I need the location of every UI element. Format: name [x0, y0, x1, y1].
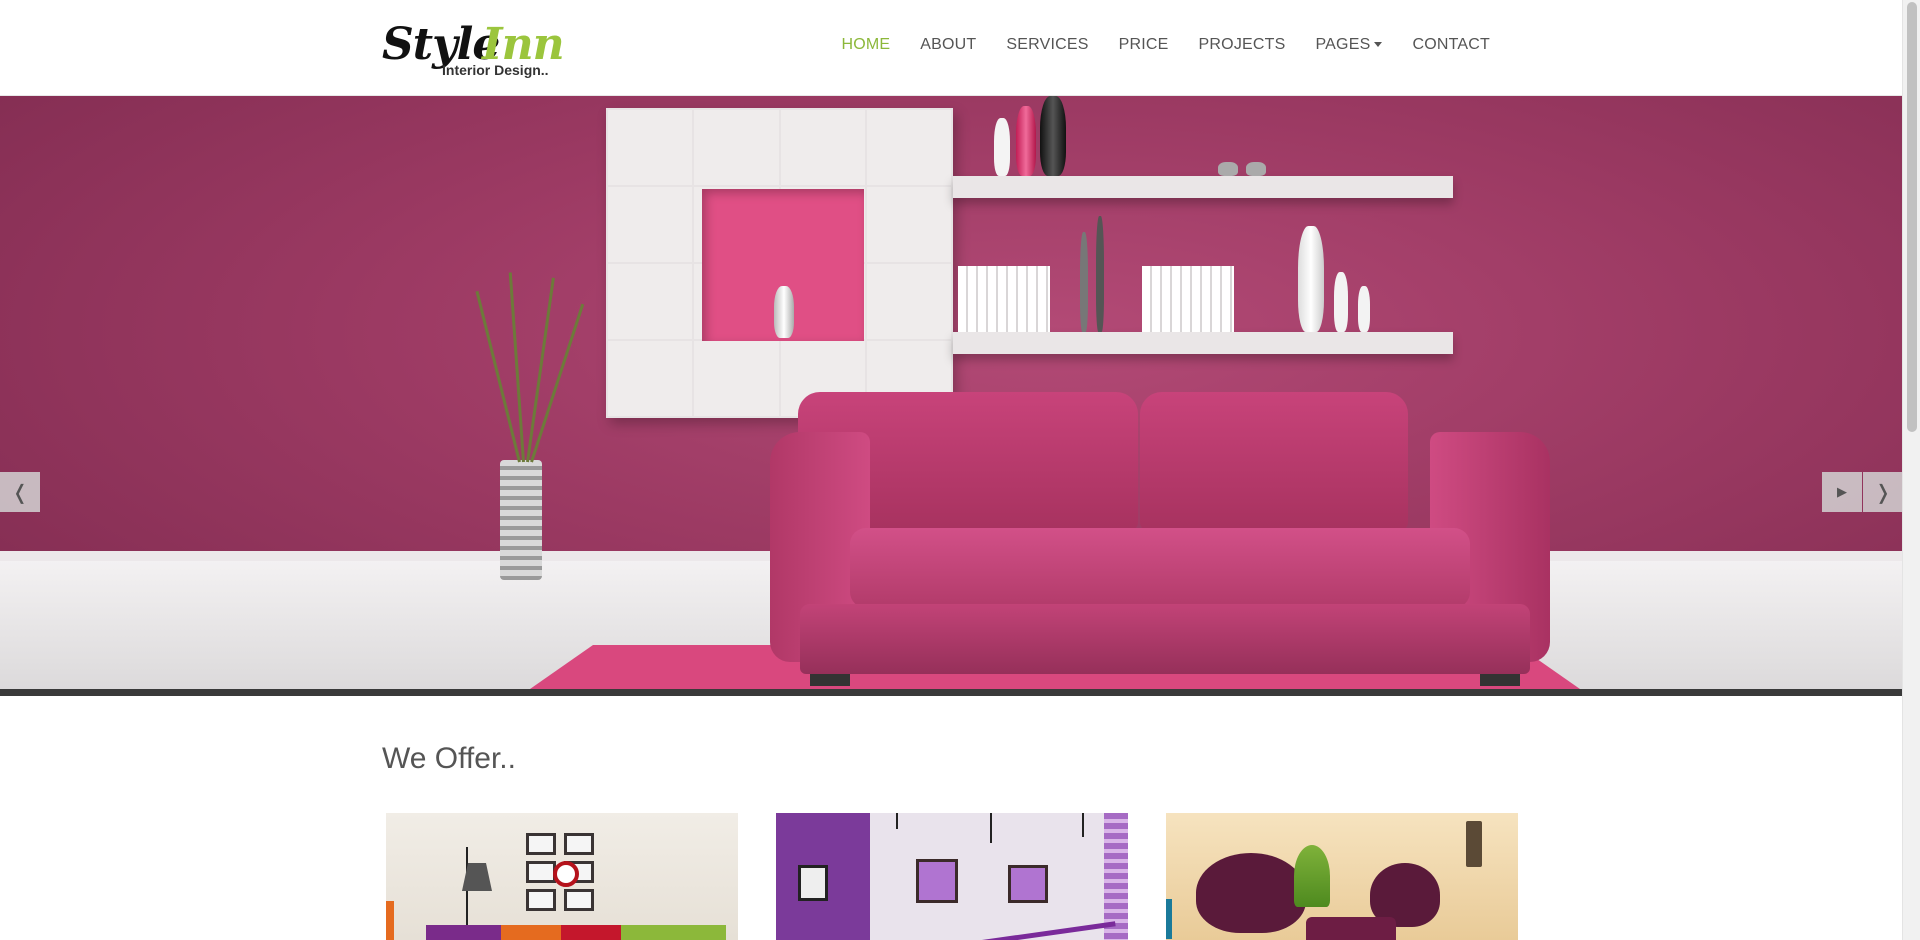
chevron-left-icon: ❬	[11, 481, 29, 504]
speaker	[1466, 821, 1482, 867]
top-shelf	[953, 176, 1453, 198]
offer-card-purple-room[interactable]	[776, 813, 1128, 940]
purple-rail	[976, 921, 1116, 940]
silver-plant-vase	[500, 460, 542, 580]
teal-stripe	[1166, 899, 1172, 939]
shelf-bowl-2	[1246, 162, 1266, 176]
nav-services[interactable]: SERVICES	[1006, 36, 1088, 54]
page-scrollbar[interactable]	[1902, 0, 1920, 940]
wall-frame	[1008, 865, 1048, 903]
sofa-back-cushion-right	[1140, 392, 1408, 532]
slider-progress-bar	[0, 689, 1902, 696]
hero-slider: ❬ ▶ ❭	[0, 96, 1902, 689]
scrollbar-thumb[interactable]	[1907, 2, 1917, 432]
nav-pages-label: PAGES	[1315, 36, 1371, 53]
wall-frame	[916, 859, 958, 903]
caret-down-icon	[1374, 42, 1383, 48]
books-left	[958, 266, 1050, 332]
nav-pages-dropdown[interactable]: PAGES	[1316, 36, 1383, 54]
wall-frame	[564, 889, 594, 911]
round-mirror	[553, 861, 579, 887]
play-icon: ▶	[1837, 484, 1847, 499]
niche-vase	[774, 286, 794, 338]
purple-wall-right	[1104, 813, 1128, 940]
pendant-lamp	[896, 813, 898, 829]
wall-frame	[526, 861, 556, 883]
nav-home[interactable]: HOME	[841, 36, 890, 54]
pendant-lamp	[990, 813, 992, 843]
ottoman	[1306, 917, 1396, 940]
wall-frame	[564, 833, 594, 855]
chevron-right-icon: ❭	[1874, 481, 1892, 504]
offers-heading: We Offer..	[382, 742, 516, 775]
logo-tagline: Interior Design..	[442, 62, 549, 78]
offer-card-living-room[interactable]	[386, 813, 738, 940]
wall-frame	[526, 833, 556, 855]
shelf-vase-white	[994, 118, 1010, 176]
lounge-chair-left	[1196, 853, 1306, 933]
shelf-vase-grey-1	[1080, 232, 1088, 332]
slider-prev-button[interactable]: ❬	[0, 472, 40, 512]
wall-frame	[526, 889, 556, 911]
shelf-vase-grey-2	[1096, 216, 1104, 332]
nav-projects[interactable]: PROJECTS	[1199, 36, 1286, 54]
nav-about[interactable]: ABOUT	[920, 36, 976, 54]
green-plant	[1294, 845, 1330, 907]
sofa-leg	[1480, 674, 1520, 686]
sofa-leg	[810, 674, 850, 686]
brand-logo[interactable]: Style Inn Interior Design..	[382, 18, 565, 80]
offer-card-lounge[interactable]	[1166, 813, 1518, 940]
main-nav: HOME ABOUT SERVICES PRICE PROJECTS PAGES…	[811, 36, 1490, 54]
slider-next-button[interactable]: ❭	[1863, 472, 1902, 512]
shelf-bowl-1	[1218, 162, 1238, 176]
middle-shelf	[953, 332, 1453, 354]
sofa-cushions	[426, 925, 726, 940]
sofa-seat	[850, 528, 1470, 608]
shelf-vase-pink	[1016, 106, 1036, 176]
nav-contact[interactable]: CONTACT	[1412, 36, 1490, 54]
sofa-base	[800, 604, 1530, 674]
shelf-vase-black	[1040, 96, 1066, 176]
shelf-vase-tall	[1298, 226, 1324, 332]
slider-play-button[interactable]: ▶	[1822, 472, 1862, 512]
nav-price[interactable]: PRICE	[1119, 36, 1169, 54]
orange-stripe	[386, 901, 394, 940]
wall-frame	[798, 865, 828, 901]
shelf-vase-small-2	[1358, 286, 1370, 332]
shelf-vase-small-1	[1334, 272, 1348, 332]
books-right	[1142, 266, 1234, 332]
site-header: Style Inn Interior Design.. HOME ABOUT S…	[0, 0, 1902, 96]
pendant-lamp	[1082, 813, 1084, 837]
